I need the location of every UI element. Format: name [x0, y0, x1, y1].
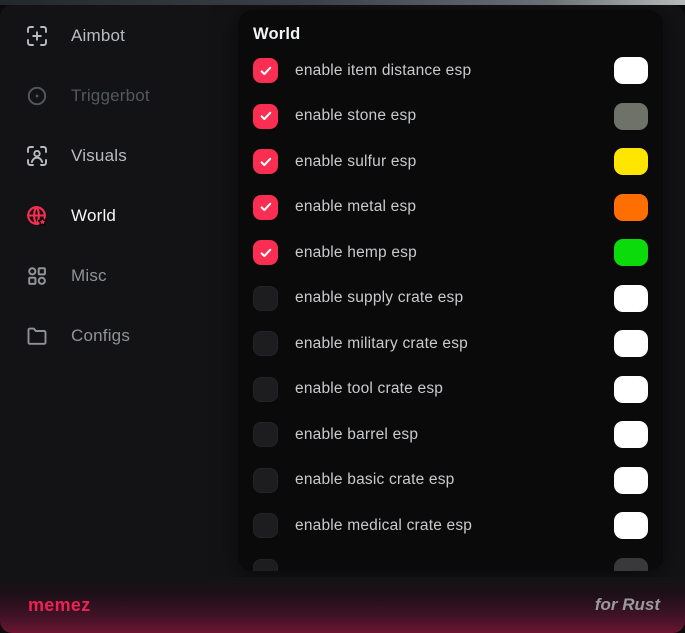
page-title: World	[253, 22, 648, 48]
table-row: enable supply crate esp	[253, 276, 648, 322]
sidebar-item-label: Configs	[71, 326, 130, 346]
sidebar-item-label: Visuals	[71, 146, 127, 166]
table-row: enable stone esp	[253, 94, 648, 140]
aimbot-crosshair-icon	[25, 24, 49, 48]
checkbox-enable-barrel-esp[interactable]	[253, 422, 278, 447]
table-row: enable tool crate esp	[253, 367, 648, 413]
table-row: enable hemp esp	[253, 230, 648, 276]
option-label: enable supply crate esp	[295, 289, 463, 307]
sidebar-item-label: Misc	[71, 266, 107, 286]
color-swatch[interactable]	[614, 194, 648, 221]
sidebar-item-configs[interactable]: Configs	[0, 306, 238, 366]
sidebar-item-misc[interactable]: Misc	[0, 246, 238, 306]
color-swatch[interactable]	[614, 239, 648, 266]
option-label: enable hemp esp	[295, 244, 417, 262]
check-icon	[258, 154, 274, 170]
option-label: enable sulfur esp	[295, 153, 416, 171]
color-swatch[interactable]	[614, 103, 648, 130]
world-globe-icon	[25, 204, 49, 228]
checkbox-enable-tool-crate-esp[interactable]	[253, 377, 278, 402]
checkbox-enable-military-crate-esp[interactable]	[253, 331, 278, 356]
table-row: enable item distance esp	[253, 48, 648, 94]
footer-bar: memez for Rust	[0, 577, 685, 633]
color-swatch[interactable]	[614, 376, 648, 403]
color-swatch[interactable]	[614, 512, 648, 539]
check-icon	[258, 199, 274, 215]
check-icon	[258, 245, 274, 261]
checkbox-enable-hemp-esp[interactable]	[253, 240, 278, 265]
option-label: enable medical crate esp	[295, 517, 472, 535]
table-row	[253, 549, 648, 572]
option-label: enable basic crate esp	[295, 471, 455, 489]
option-label: enable tool crate esp	[295, 380, 443, 398]
brand-logo-text: memez	[28, 595, 91, 616]
option-label: enable military crate esp	[295, 335, 468, 353]
color-swatch[interactable]	[614, 330, 648, 357]
checkbox-enable-stone-esp[interactable]	[253, 104, 278, 129]
sidebar-item-world[interactable]: World	[0, 186, 238, 246]
world-options-scroll[interactable]: enable item distance esp enable stone esp…	[253, 48, 648, 571]
table-row: enable basic crate esp	[253, 458, 648, 504]
table-row: enable metal esp	[253, 185, 648, 231]
sidebar-item-label: Triggerbot	[71, 86, 150, 106]
option-label: enable stone esp	[295, 107, 416, 125]
visuals-person-scan-icon	[25, 144, 49, 168]
option-label: enable barrel esp	[295, 426, 418, 444]
checkbox-enable-medical-crate-esp[interactable]	[253, 513, 278, 538]
sidebar-item-aimbot[interactable]: Aimbot	[0, 6, 238, 66]
checkbox-enable-sulfur-esp[interactable]	[253, 149, 278, 174]
option-label: enable item distance esp	[295, 62, 471, 80]
color-swatch[interactable]	[614, 467, 648, 494]
sidebar-nav: Aimbot Triggerbot Visuals World Misc Configs	[0, 5, 238, 572]
sidebar-item-triggerbot[interactable]: Triggerbot	[0, 66, 238, 126]
sidebar-item-label: Aimbot	[71, 26, 125, 46]
checkbox-enable-supply-crate-esp[interactable]	[253, 286, 278, 311]
world-panel: World enable item distance esp enable sto…	[238, 10, 663, 571]
option-label: enable metal esp	[295, 198, 416, 216]
checkbox-partial-row[interactable]	[253, 559, 278, 571]
color-swatch[interactable]	[614, 421, 648, 448]
color-swatch[interactable]	[614, 285, 648, 312]
checkbox-enable-item-distance-esp[interactable]	[253, 58, 278, 83]
misc-shapes-icon	[25, 264, 49, 288]
table-row: enable barrel esp	[253, 412, 648, 458]
checkbox-enable-basic-crate-esp[interactable]	[253, 468, 278, 493]
color-swatch[interactable]	[614, 558, 648, 571]
table-row: enable military crate esp	[253, 321, 648, 367]
color-swatch[interactable]	[614, 148, 648, 175]
configs-folder-icon	[25, 324, 49, 348]
cheat-menu-window: AimbotTriggerbotVisualsWorldMiscConfigs …	[0, 5, 685, 633]
triggerbot-target-icon	[25, 84, 49, 108]
check-icon	[258, 108, 274, 124]
sidebar-item-visuals[interactable]: Visuals	[0, 126, 238, 186]
color-swatch[interactable]	[614, 57, 648, 84]
sidebar-item-label: World	[71, 206, 116, 226]
table-row: enable sulfur esp	[253, 139, 648, 185]
table-row: enable medical crate esp	[253, 503, 648, 549]
check-icon	[258, 63, 274, 79]
tagline-text: for Rust	[595, 595, 660, 615]
checkbox-enable-metal-esp[interactable]	[253, 195, 278, 220]
